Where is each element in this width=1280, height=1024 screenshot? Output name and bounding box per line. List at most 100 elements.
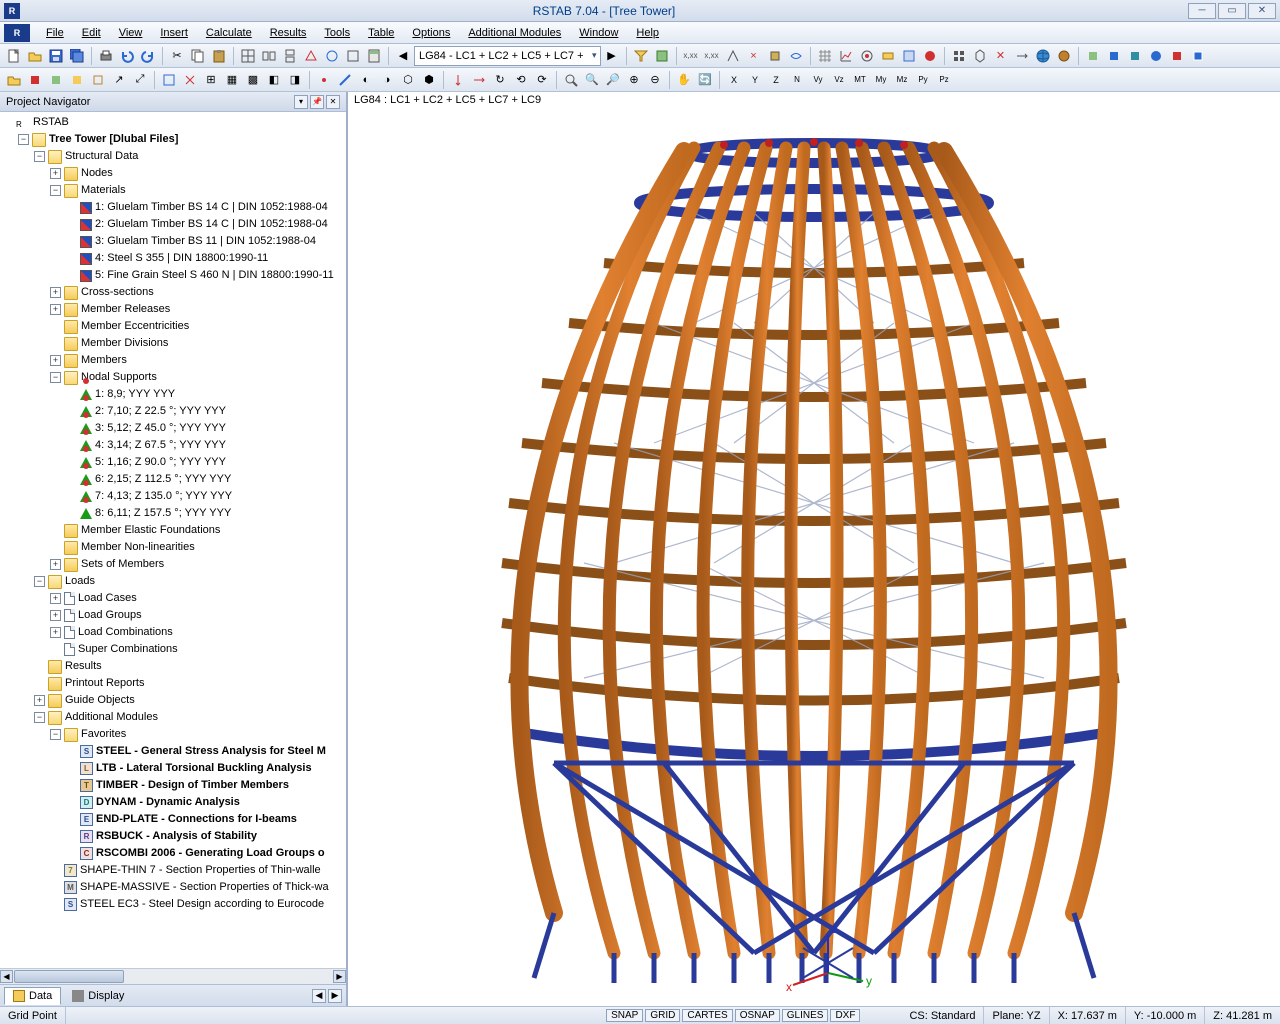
tb2-12[interactable]: ▩ xyxy=(243,70,263,90)
expand-icon[interactable]: − xyxy=(18,134,29,145)
save-all-icon[interactable] xyxy=(67,46,87,66)
expand-icon[interactable]: + xyxy=(50,610,61,621)
undo-icon[interactable] xyxy=(117,46,137,66)
tb2-22[interactable]: ⟲ xyxy=(511,70,531,90)
tree-shape-massive[interactable]: SHAPE-MASSIVE - Section Properties of Th… xyxy=(80,879,329,896)
menu-results[interactable]: Results xyxy=(262,25,315,41)
filter-icon[interactable] xyxy=(631,46,651,66)
tree-fav-rscombi[interactable]: RSCOMBI 2006 - Generating Load Groups o xyxy=(96,845,325,862)
toolbar-btn-27[interactable] xyxy=(1146,46,1166,66)
tb2-11[interactable]: ▦ xyxy=(222,70,242,90)
toolbar-btn-20[interactable] xyxy=(970,46,990,66)
menu-insert[interactable]: Insert xyxy=(152,25,196,41)
tb2-16[interactable]: ◑ xyxy=(377,70,397,90)
tree-printout[interactable]: Printout Reports xyxy=(65,675,144,692)
tb2-my[interactable]: My xyxy=(871,70,891,90)
tree-structural-data[interactable]: Structural Data xyxy=(65,148,138,165)
tree-nodes[interactable]: Nodes xyxy=(81,165,113,182)
toolbar-btn-19[interactable] xyxy=(949,46,969,66)
tb2-24[interactable]: ⊕ xyxy=(624,70,644,90)
tree-support-5[interactable]: 5: 1,16; Z 90.0 °; YYY YYY xyxy=(95,454,226,471)
tb2-20[interactable] xyxy=(469,70,489,90)
load-case-combo[interactable]: LG84 - LC1 + LC2 + LC5 + LC7 + xyxy=(414,46,601,66)
toolbar-btn-2[interactable] xyxy=(259,46,279,66)
toolbar-btn-10[interactable] xyxy=(723,46,743,66)
toolbar-btn-26[interactable] xyxy=(1125,46,1145,66)
tb2-9[interactable] xyxy=(180,70,200,90)
tb2-mz[interactable]: Mz xyxy=(892,70,912,90)
tree-member-releases[interactable]: Member Releases xyxy=(81,301,170,318)
toolbar-btn-3[interactable] xyxy=(280,46,300,66)
tb2-view-z[interactable]: Z xyxy=(766,70,786,90)
print-icon[interactable] xyxy=(96,46,116,66)
tree-support-8[interactable]: 8: 6,11; Z 157.5 °; YYY YYY xyxy=(95,505,231,522)
viewport-3d[interactable]: LG84 : LC1 + LC2 + LC5 + LC7 + LC9 xyxy=(348,92,1280,1006)
toolbar-btn-22[interactable] xyxy=(1012,46,1032,66)
tab-data[interactable]: Data xyxy=(4,987,61,1005)
status-glines[interactable]: GLINES xyxy=(782,1009,829,1022)
tb2-13[interactable]: ◧ xyxy=(264,70,284,90)
expand-icon[interactable]: + xyxy=(50,593,61,604)
tree-guide[interactable]: Guide Objects xyxy=(65,692,135,709)
globe-icon[interactable] xyxy=(1033,46,1053,66)
status-osnap[interactable]: OSNAP xyxy=(735,1009,780,1022)
scroll-right-icon[interactable]: ▶ xyxy=(333,970,346,983)
scroll-thumb[interactable] xyxy=(14,970,124,983)
status-cartes[interactable]: CARTES xyxy=(682,1009,732,1022)
tree-sets-members[interactable]: Sets of Members xyxy=(81,556,164,573)
tree-add-modules[interactable]: Additional Modules xyxy=(65,709,158,726)
tree-nodal-supports[interactable]: Nodal Supports xyxy=(81,369,157,386)
status-snap[interactable]: SNAP xyxy=(606,1009,643,1022)
tree-material-2[interactable]: 2: Gluelam Timber BS 14 C | DIN 1052:198… xyxy=(95,216,328,233)
tree-load-combos[interactable]: Load Combinations xyxy=(78,624,173,641)
copy-icon[interactable] xyxy=(188,46,208,66)
status-dxf[interactable]: DXF xyxy=(830,1009,860,1022)
tree-fav-ltb[interactable]: LTB - Lateral Torsional Buckling Analysi… xyxy=(96,760,312,777)
tb2-py[interactable]: Py xyxy=(913,70,933,90)
status-grid[interactable]: GRID xyxy=(645,1009,680,1022)
arrow-right-icon[interactable]: ▶ xyxy=(602,46,622,66)
tree-shape-thin[interactable]: SHAPE-THIN 7 - Section Properties of Thi… xyxy=(80,862,321,879)
paste-icon[interactable] xyxy=(209,46,229,66)
expand-icon[interactable]: + xyxy=(50,168,61,179)
tree-support-7[interactable]: 7: 4,13; Z 135.0 °; YYY YYY xyxy=(95,488,232,505)
tree-member-div[interactable]: Member Divisions xyxy=(81,335,168,352)
tree-load-cases[interactable]: Load Cases xyxy=(78,590,137,607)
tb2-19[interactable] xyxy=(448,70,468,90)
toolbar-btn-5[interactable] xyxy=(322,46,342,66)
toolbar-btn-4[interactable] xyxy=(301,46,321,66)
tb2-6[interactable]: ↗ xyxy=(109,70,129,90)
tb2-2[interactable] xyxy=(25,70,45,90)
close-button[interactable]: ✕ xyxy=(1248,3,1276,19)
app-menu-icon[interactable]: R xyxy=(4,24,30,42)
tree-fav-endplate[interactable]: END-PLATE - Connections for I-beams xyxy=(96,811,297,828)
toolbar-btn-12[interactable] xyxy=(765,46,785,66)
tb2-view-x[interactable]: X xyxy=(724,70,744,90)
tb2-18[interactable]: ⬢ xyxy=(419,70,439,90)
tree-fav-steel[interactable]: STEEL - General Stress Analysis for Stee… xyxy=(96,743,326,760)
toolbar-btn-11[interactable]: × xyxy=(744,46,764,66)
tb2-14[interactable]: ◨ xyxy=(285,70,305,90)
expand-icon[interactable]: − xyxy=(34,576,45,587)
navigator-dropdown-icon[interactable]: ▾ xyxy=(294,95,308,109)
maximize-button[interactable]: ▭ xyxy=(1218,3,1246,19)
minimize-button[interactable]: ─ xyxy=(1188,3,1216,19)
navigator-pin-icon[interactable]: 📌 xyxy=(310,95,324,109)
tb2-node[interactable] xyxy=(314,70,334,90)
tree-member-ef[interactable]: Member Elastic Foundations xyxy=(81,522,220,539)
menu-tools[interactable]: Tools xyxy=(316,25,358,41)
tree-results[interactable]: Results xyxy=(65,658,102,675)
tree-member-ecc[interactable]: Member Eccentricities xyxy=(81,318,189,335)
tb2-zoom-in[interactable]: 🔍 xyxy=(582,70,602,90)
tb2-10[interactable]: ⊞ xyxy=(201,70,221,90)
menu-window[interactable]: Window xyxy=(571,25,626,41)
tb2-vy[interactable]: Vy xyxy=(808,70,828,90)
tree-steel-ec3[interactable]: STEEL EC3 - Steel Design according to Eu… xyxy=(80,896,324,913)
toolbar-btn-1[interactable] xyxy=(238,46,258,66)
tree-cross-sections[interactable]: Cross-sections xyxy=(81,284,154,301)
tab-display[interactable]: Display xyxy=(63,987,133,1005)
expand-icon[interactable]: + xyxy=(34,695,45,706)
tb2-5[interactable] xyxy=(88,70,108,90)
new-icon[interactable] xyxy=(4,46,24,66)
toolbar-btn-13[interactable] xyxy=(786,46,806,66)
